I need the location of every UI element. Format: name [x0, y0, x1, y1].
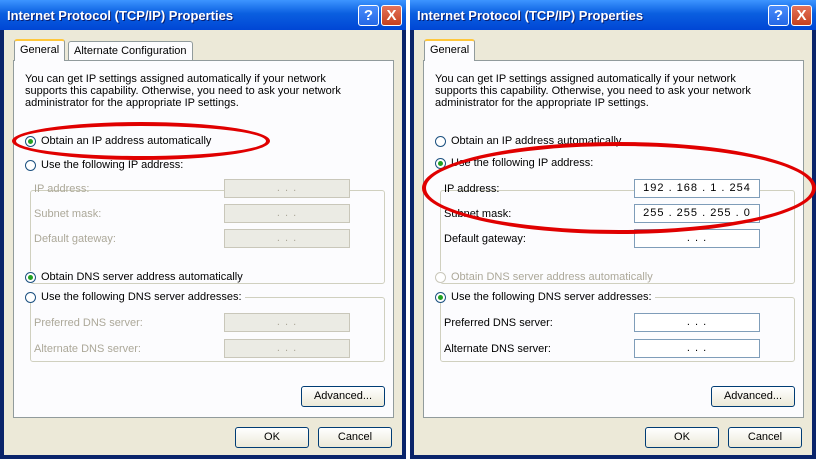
alternate-dns-field[interactable]: . . . — [634, 339, 760, 358]
obtain-ip-auto-radio[interactable]: Obtain an IP address automatically — [25, 135, 215, 147]
alternate-dns-field[interactable]: . . . — [224, 339, 350, 358]
advanced-button[interactable]: Advanced... — [301, 386, 385, 407]
preferred-dns-label: Preferred DNS server: — [34, 317, 143, 329]
subnet-mask-label: Subnet mask: — [444, 208, 512, 220]
tab-general[interactable]: General — [424, 39, 476, 61]
radio-selected-icon — [25, 271, 36, 283]
title-bar[interactable]: Internet Protocol (TCP/IP) Properties ? … — [0, 0, 406, 30]
help-button[interactable]: ? — [358, 5, 379, 26]
advanced-button[interactable]: Advanced... — [711, 386, 795, 407]
obtain-dns-auto-radio[interactable]: Obtain DNS server address automatically — [435, 271, 656, 283]
alternate-dns-label: Alternate DNS server: — [34, 343, 141, 355]
subnet-mask-field[interactable]: 255 . 255 . 255 . 0 — [634, 204, 760, 223]
obtain-dns-auto-label: Obtain DNS server address automatically — [41, 271, 243, 283]
radio-selected-icon — [435, 157, 446, 169]
dialog-client: General You can get IP settings assigned… — [414, 30, 812, 455]
use-following-dns-radio[interactable]: Use the following DNS server addresses: — [435, 291, 655, 303]
use-following-ip-label: Use the following IP address: — [451, 157, 594, 169]
dialog-left: Internet Protocol (TCP/IP) Properties ? … — [0, 0, 406, 459]
ok-button[interactable]: OK — [235, 427, 309, 448]
window-title: Internet Protocol (TCP/IP) Properties — [7, 8, 234, 23]
window-title: Internet Protocol (TCP/IP) Properties — [417, 8, 644, 23]
use-following-dns-label: Use the following DNS server addresses: — [41, 291, 242, 303]
subnet-mask-field[interactable]: . . . — [224, 204, 350, 223]
alternate-dns-label: Alternate DNS server: — [444, 343, 551, 355]
obtain-ip-auto-label: Obtain an IP address automatically — [451, 135, 622, 147]
default-gateway-label: Default gateway: — [34, 233, 116, 245]
radio-selected-icon — [435, 291, 446, 303]
radio-selected-icon — [25, 135, 36, 147]
use-following-dns-label: Use the following DNS server addresses: — [451, 291, 652, 303]
preferred-dns-field[interactable]: . . . — [634, 313, 760, 332]
use-following-ip-label: Use the following IP address: — [41, 159, 184, 171]
preferred-dns-label: Preferred DNS server: — [444, 317, 553, 329]
radio-unselected-icon — [435, 271, 446, 283]
default-gateway-field[interactable]: . . . — [224, 229, 350, 248]
title-bar[interactable]: Internet Protocol (TCP/IP) Properties ? … — [410, 0, 816, 30]
tab-page-general: You can get IP settings assigned automat… — [13, 60, 394, 418]
subnet-mask-label: Subnet mask: — [34, 208, 102, 220]
ip-address-label: IP address: — [444, 183, 500, 195]
obtain-ip-auto-radio[interactable]: Obtain an IP address automatically — [435, 135, 625, 147]
tab-alternate-configuration[interactable]: Alternate Configuration — [68, 41, 193, 61]
preferred-dns-field[interactable]: . . . — [224, 313, 350, 332]
intro-text: You can get IP settings assigned automat… — [435, 73, 751, 109]
cancel-button[interactable]: Cancel — [318, 427, 392, 448]
ok-button[interactable]: OK — [645, 427, 719, 448]
tab-general[interactable]: General — [14, 39, 66, 61]
radio-unselected-icon — [25, 159, 36, 171]
ip-address-field[interactable]: 192 . 168 . 1 . 254 — [634, 179, 760, 198]
default-gateway-label: Default gateway: — [444, 233, 526, 245]
ip-address-label: IP address: — [34, 183, 90, 195]
tab-page-general: You can get IP settings assigned automat… — [423, 60, 804, 418]
cancel-button[interactable]: Cancel — [728, 427, 802, 448]
intro-text: You can get IP settings assigned automat… — [25, 73, 341, 109]
close-button[interactable]: X — [381, 5, 402, 26]
obtain-ip-auto-label: Obtain an IP address automatically — [41, 135, 212, 147]
radio-unselected-icon — [435, 135, 446, 147]
use-following-dns-radio[interactable]: Use the following DNS server addresses: — [25, 291, 245, 303]
dialog-client: General Alternate Configuration You can … — [4, 30, 402, 455]
close-button[interactable]: X — [791, 5, 812, 26]
obtain-dns-auto-radio[interactable]: Obtain DNS server address automatically — [25, 271, 246, 283]
help-button[interactable]: ? — [768, 5, 789, 26]
dialog-right: Internet Protocol (TCP/IP) Properties ? … — [410, 0, 816, 459]
obtain-dns-auto-label: Obtain DNS server address automatically — [451, 271, 653, 283]
use-following-ip-radio[interactable]: Use the following IP address: — [25, 159, 187, 171]
use-following-ip-radio[interactable]: Use the following IP address: — [435, 157, 597, 169]
ip-address-field[interactable]: . . . — [224, 179, 350, 198]
default-gateway-field[interactable]: . . . — [634, 229, 760, 248]
radio-unselected-icon — [25, 291, 36, 303]
